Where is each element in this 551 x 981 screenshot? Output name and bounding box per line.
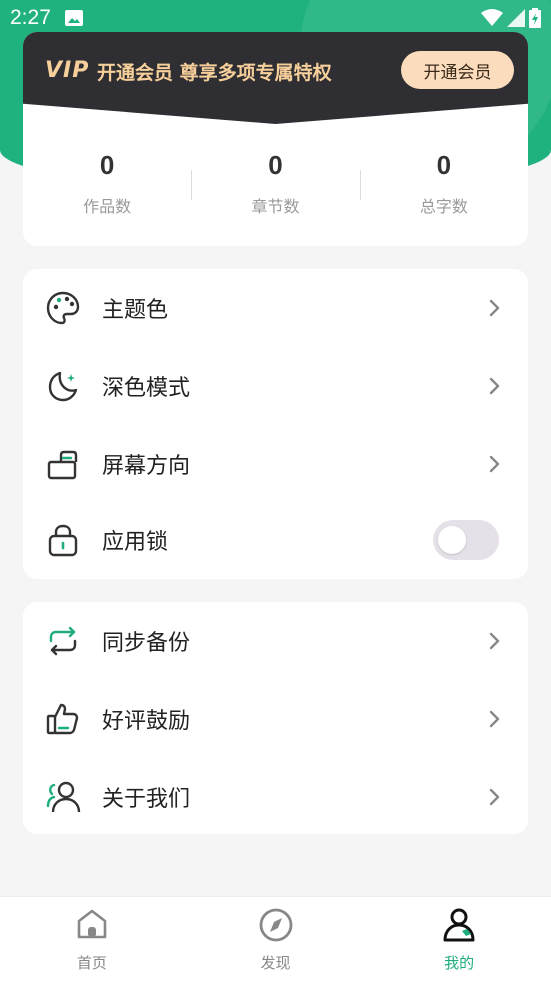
chevron-right-icon <box>489 632 500 650</box>
setting-label: 深色模式 <box>102 376 191 401</box>
status-bar: 2:27 <box>0 0 551 36</box>
stat-value: 0 <box>436 150 452 180</box>
setting-app-lock: 应用锁 <box>23 501 528 579</box>
chevron-right-icon <box>489 788 500 806</box>
stat-works[interactable]: 0 作品数 <box>23 150 191 230</box>
moon-icon <box>48 371 78 402</box>
toggle-knob <box>438 526 466 554</box>
profile-icon <box>443 908 475 942</box>
item-label: 关于我们 <box>102 787 191 812</box>
chevron-right-icon <box>489 299 500 317</box>
nav-label: 我的 <box>444 954 475 972</box>
setting-screen-orientation[interactable]: 屏幕方向 <box>23 425 528 503</box>
setting-label: 屏幕方向 <box>102 454 191 479</box>
stat-label: 总字数 <box>419 197 468 216</box>
stats-row: 0 作品数 0 章节数 0 总字数 <box>23 150 528 230</box>
sync-icon <box>49 626 77 656</box>
others-card: 同步备份 好评鼓励 关于我们 <box>23 602 528 834</box>
item-label: 同步备份 <box>102 631 191 656</box>
vip-promo-text: 开通会员 尊享多项专属特权 <box>97 62 332 84</box>
nav-discover[interactable]: 发现 <box>184 897 368 981</box>
chevron-right-icon <box>489 455 500 473</box>
vip-subscribe-button[interactable]: 开通会员 <box>401 51 514 89</box>
palette-icon <box>46 291 80 325</box>
item-sync-backup[interactable]: 同步备份 <box>23 602 528 680</box>
setting-theme-color[interactable]: 主题色 <box>23 269 528 347</box>
bottom-navigation: 首页 发现 我的 <box>0 896 551 981</box>
stat-words[interactable]: 0 总字数 <box>360 150 528 230</box>
setting-label: 主题色 <box>102 298 169 323</box>
nav-label: 发现 <box>260 954 291 972</box>
thumbs-up-icon <box>46 703 79 735</box>
status-time: 2:27 <box>10 6 51 29</box>
signal-icon <box>507 9 525 27</box>
stat-label: 章节数 <box>251 197 300 216</box>
item-rate-us[interactable]: 好评鼓励 <box>23 680 528 758</box>
screen-rotation-icon <box>47 450 78 480</box>
app-lock-toggle[interactable] <box>433 520 499 560</box>
stat-chapters[interactable]: 0 章节数 <box>191 150 359 230</box>
nav-label: 首页 <box>76 954 107 972</box>
vip-logo: VIP <box>45 58 90 83</box>
item-about-us[interactable]: 关于我们 <box>23 758 528 834</box>
setting-label: 应用锁 <box>102 530 169 555</box>
profile-card: VIP 开通会员 尊享多项专属特权 开通会员 0 作品数 0 章节数 0 总字数 <box>23 32 528 246</box>
lock-icon <box>48 524 78 557</box>
vip-banner[interactable]: VIP 开通会员 尊享多项专属特权 开通会员 <box>23 32 528 124</box>
nav-mine[interactable]: 我的 <box>367 897 551 981</box>
item-label: 好评鼓励 <box>102 709 191 734</box>
about-icon <box>46 781 81 813</box>
chevron-right-icon <box>489 377 500 395</box>
wifi-icon <box>481 9 503 26</box>
compass-icon <box>259 908 292 942</box>
nav-home[interactable]: 首页 <box>0 897 184 981</box>
stat-value: 0 <box>268 150 283 180</box>
chevron-right-icon <box>489 710 500 728</box>
setting-dark-mode[interactable]: 深色模式 <box>23 347 528 425</box>
home-icon <box>77 909 107 939</box>
stat-label: 作品数 <box>83 197 132 216</box>
stat-value: 0 <box>99 150 115 180</box>
battery-icon <box>529 8 541 28</box>
image-notification-icon <box>64 10 83 26</box>
settings-card: 主题色 深色模式 屏幕方向 应用锁 <box>23 269 528 579</box>
